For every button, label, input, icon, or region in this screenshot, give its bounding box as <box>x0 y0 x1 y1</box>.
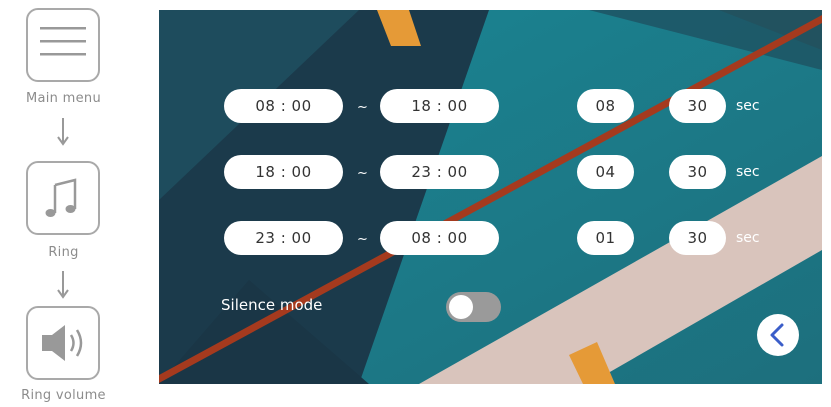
end-time-field[interactable]: 18 : 00 <box>380 89 499 123</box>
duration-field[interactable]: 30 <box>669 155 726 189</box>
volume-field[interactable]: 08 <box>577 89 634 123</box>
toggle-knob <box>449 295 473 319</box>
ring-label: Ring <box>48 245 79 260</box>
volume-field[interactable]: 01 <box>577 221 634 255</box>
range-separator: ~ <box>357 232 368 247</box>
ring-volume-schedule-screen: 08 : 00 ~ 18 : 00 08 30 sec 18 : 00 ~ 23… <box>159 10 822 384</box>
duration-unit-label: sec <box>736 164 760 180</box>
volume-field[interactable]: 04 <box>577 155 634 189</box>
range-separator: ~ <box>357 100 368 115</box>
silence-mode-label: Silence mode <box>221 296 323 314</box>
ring-volume-button[interactable] <box>26 306 100 380</box>
range-separator: ~ <box>357 166 368 181</box>
duration-unit-label: sec <box>736 98 760 114</box>
back-button[interactable] <box>757 314 799 356</box>
main-menu-button[interactable] <box>26 8 100 82</box>
duration-unit-label: sec <box>736 230 760 246</box>
start-time-field[interactable]: 23 : 00 <box>224 221 343 255</box>
speaker-volume-icon <box>42 325 83 361</box>
music-note-icon <box>45 178 77 217</box>
hamburger-menu-icon <box>40 27 86 56</box>
chevron-left-icon <box>770 323 784 347</box>
arrow-down-icon <box>57 118 69 146</box>
ring-volume-label: Ring volume <box>21 388 106 403</box>
screen-background <box>159 10 822 384</box>
duration-field[interactable]: 30 <box>669 221 726 255</box>
end-time-field[interactable]: 08 : 00 <box>380 221 499 255</box>
duration-field[interactable]: 30 <box>669 89 726 123</box>
start-time-field[interactable]: 18 : 00 <box>224 155 343 189</box>
start-time-field[interactable]: 08 : 00 <box>224 89 343 123</box>
main-menu-label: Main menu <box>25 91 101 106</box>
arrow-down-icon <box>57 271 69 299</box>
silence-mode-toggle[interactable] <box>446 292 501 322</box>
ring-button[interactable] <box>26 161 100 235</box>
end-time-field[interactable]: 23 : 00 <box>380 155 499 189</box>
